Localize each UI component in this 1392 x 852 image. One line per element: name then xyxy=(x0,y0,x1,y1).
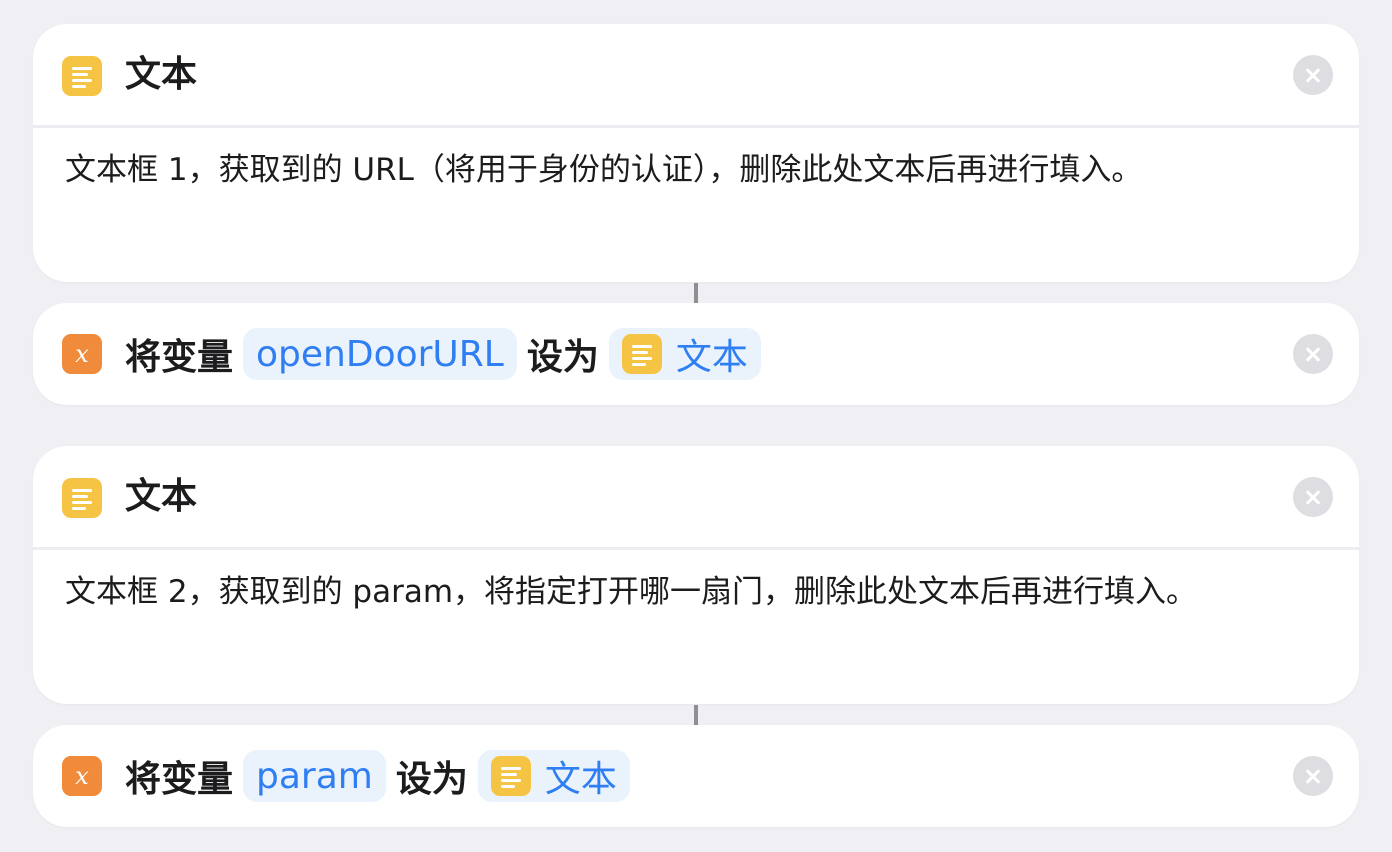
value-token-label: 文本 xyxy=(544,759,617,800)
action-header: 文本 xyxy=(33,446,1359,548)
text-lines-icon xyxy=(490,756,531,796)
action-title: 文本 xyxy=(125,476,198,517)
variable-x-icon: x xyxy=(62,334,102,374)
set-variable-row: 将变量 param 设为 文本 xyxy=(125,725,640,827)
variable-name-token[interactable]: openDoorURL xyxy=(243,328,517,380)
text-lines-icon xyxy=(62,478,102,518)
close-circle-icon[interactable] xyxy=(1293,55,1333,95)
close-circle-icon[interactable] xyxy=(1293,477,1333,517)
variable-x-icon: x xyxy=(62,756,102,796)
divider xyxy=(33,547,1359,550)
text-content-field[interactable]: 文本框 2，获取到的 param，将指定打开哪一扇门，删除此处文本后再进行填入。 xyxy=(65,574,1329,611)
set-to-label: 设为 xyxy=(526,337,599,378)
action-header: 文本 xyxy=(33,24,1359,126)
action-title: 文本 xyxy=(125,54,198,95)
text-lines-icon xyxy=(621,334,662,374)
close-circle-icon[interactable] xyxy=(1293,334,1333,374)
set-variable-verb: 将变量 xyxy=(125,337,234,378)
close-circle-icon[interactable] xyxy=(1293,756,1333,796)
action-connector xyxy=(694,283,698,303)
set-to-label: 设为 xyxy=(395,759,468,800)
set-variable-action-card-2[interactable]: x 将变量 param 设为 文本 xyxy=(33,725,1359,827)
text-action-card-1[interactable]: 文本 文本框 1，获取到的 URL（将用于身份的认证），删除此处文本后再进行填入… xyxy=(33,24,1359,282)
set-variable-action-card-1[interactable]: x 将变量 openDoorURL 设为 文本 xyxy=(33,303,1359,405)
value-token-label: 文本 xyxy=(675,337,748,378)
value-token[interactable]: 文本 xyxy=(608,328,761,380)
set-variable-verb: 将变量 xyxy=(125,759,234,800)
text-content-field[interactable]: 文本框 1，获取到的 URL（将用于身份的认证），删除此处文本后再进行填入。 xyxy=(65,152,1329,189)
text-lines-icon xyxy=(62,56,102,96)
value-token[interactable]: 文本 xyxy=(477,750,630,802)
divider xyxy=(33,125,1359,128)
variable-name-token[interactable]: param xyxy=(243,750,386,802)
text-action-card-2[interactable]: 文本 文本框 2，获取到的 param，将指定打开哪一扇门，删除此处文本后再进行… xyxy=(33,446,1359,704)
action-connector xyxy=(694,705,698,725)
set-variable-row: 将变量 openDoorURL 设为 文本 xyxy=(125,303,771,405)
